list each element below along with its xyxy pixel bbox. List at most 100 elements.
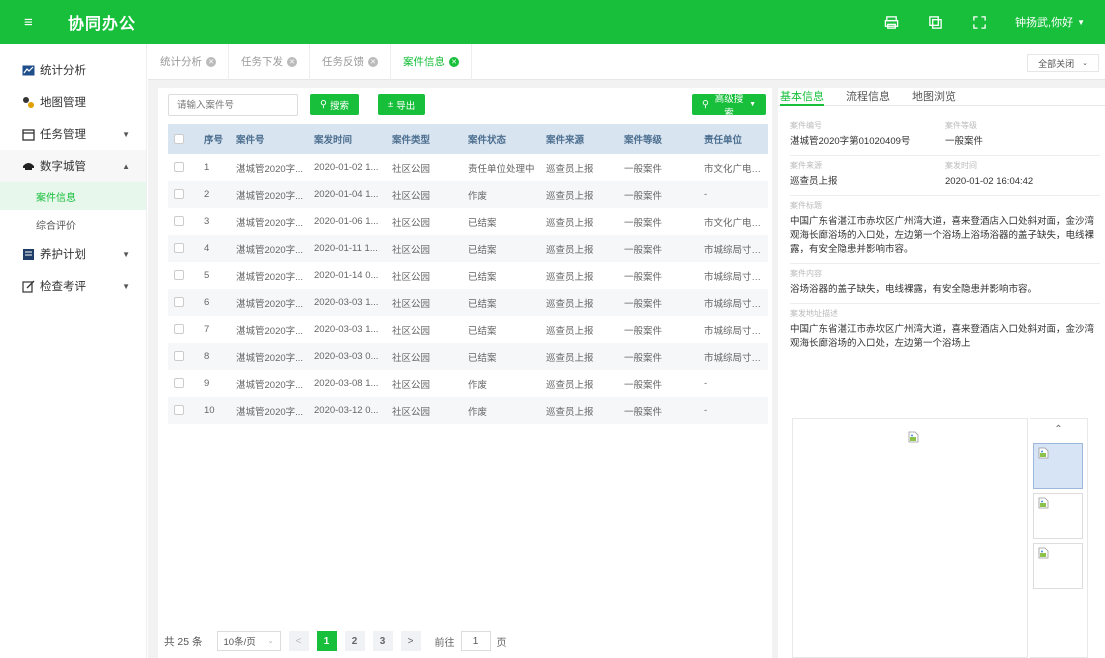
field-value: 中国广东省湛江市赤坎区广州湾大道，喜来登酒店入口处斜对面，金沙湾观海长廊浴场的入… xyxy=(790,216,1095,255)
table-cell: 6 xyxy=(198,289,230,316)
table-cell: 一般案件 xyxy=(618,370,698,397)
tab-case-info[interactable]: 案件信息 ✕ xyxy=(391,43,472,80)
police-cap-icon xyxy=(22,160,35,173)
caret-down-icon: ▼ xyxy=(122,281,130,291)
prev-page-button[interactable]: < xyxy=(288,631,309,651)
row-checkbox[interactable] xyxy=(168,289,198,316)
sidebar-item-map[interactable]: 地图管理 xyxy=(0,86,146,118)
detail-tabs: 基本信息 流程信息 地图浏览 xyxy=(778,88,1105,106)
table-cell: 作废 xyxy=(462,397,540,424)
table-cell: 2020-01-11 1... xyxy=(308,235,386,262)
table-row[interactable]: 10 湛城管2020字... 2020-03-12 0... 社区公园 作废 巡查员上报一… xyxy=(168,397,768,424)
advanced-search-button[interactable]: ⚲ 高级搜索 ▼ xyxy=(692,94,766,119)
user-menu[interactable]: 钟扬武,你好 ▼ xyxy=(1015,14,1085,30)
table-cell: 8 xyxy=(198,343,230,370)
sidebar-item-digital-city[interactable]: 数字城管 ▲ xyxy=(0,150,146,182)
table-row[interactable]: 4 湛城管2020字... 2020-01-11 1... 社区公园 已结案 巡查员上报一… xyxy=(168,235,768,262)
row-checkbox[interactable] xyxy=(168,154,198,181)
page-button-1[interactable]: 1 xyxy=(316,631,337,651)
row-checkbox[interactable] xyxy=(168,262,198,289)
sidebar-item-statistics[interactable]: 统计分析 xyxy=(0,54,146,86)
row-checkbox[interactable] xyxy=(168,370,198,397)
table-cell: 巡查员上报 xyxy=(540,262,618,289)
field-case-title: 案件标题 中国广东省湛江市赤坎区广州湾大道，喜来登酒店入口处斜对面，金沙湾观海长… xyxy=(790,196,1100,264)
sidebar-item-tasks[interactable]: 任务管理 ▼ xyxy=(0,118,146,150)
page-size-select[interactable]: 10条/页 ⌄ xyxy=(216,631,281,651)
table-cell: 一般案件 xyxy=(618,181,698,208)
close-icon[interactable]: ✕ xyxy=(287,56,297,67)
header-actions: 钟扬武,你好 ▼ xyxy=(883,14,1105,30)
tab-task-feedback[interactable]: 任务反馈 ✕ xyxy=(310,43,391,80)
search-button[interactable]: ⚲ 搜索 xyxy=(310,94,359,115)
close-icon[interactable]: ✕ xyxy=(368,56,378,67)
table-cell: - xyxy=(698,370,768,397)
tab-process-info[interactable]: 流程信息 xyxy=(846,88,890,106)
thumbnail[interactable] xyxy=(1033,443,1083,489)
table-cell: 湛城管2020字... xyxy=(230,370,308,397)
tab-task-dispatch[interactable]: 任务下发 ✕ xyxy=(229,43,310,80)
table-cell: 2020-01-04 1... xyxy=(308,181,386,208)
table-row[interactable]: 3 湛城管2020字... 2020-01-06 1... 社区公园 已结案 巡查员上报一… xyxy=(168,208,768,235)
row-checkbox[interactable] xyxy=(168,208,198,235)
tab-map-view[interactable]: 地图浏览 xyxy=(912,88,956,106)
field-label: 案件等级 xyxy=(945,121,977,130)
case-image-viewer[interactable] xyxy=(792,418,1028,658)
table-row[interactable]: 6 湛城管2020字... 2020-03-03 1... 社区公园 已结案 巡查员上报一… xyxy=(168,289,768,316)
select-all-checkbox[interactable] xyxy=(168,124,198,154)
print-icon[interactable] xyxy=(883,14,899,30)
tab-basic-info[interactable]: 基本信息 xyxy=(780,88,824,106)
table-cell: 1 xyxy=(198,154,230,181)
tab-statistics[interactable]: 统计分析 ✕ xyxy=(148,43,229,80)
row-checkbox[interactable] xyxy=(168,181,198,208)
table-row[interactable]: 1 湛城管2020字... 2020-01-02 1... 社区公园 责任单位处理中 巡查… xyxy=(168,154,768,181)
table-row[interactable]: 2 湛城管2020字... 2020-01-04 1... 社区公园 作废 巡查员上报 一般… xyxy=(168,181,768,208)
table-row[interactable]: 5 湛城管2020字... 2020-01-14 0... 社区公园 已结案 巡查员上报一… xyxy=(168,262,768,289)
advanced-search-label: 高级搜索 xyxy=(714,93,744,119)
table-cell: 2020-01-02 1... xyxy=(308,154,386,181)
close-all-button[interactable]: 全部关闭 ⌄ xyxy=(1027,54,1099,72)
chevron-up-icon[interactable]: ⌃ xyxy=(1030,419,1087,439)
table-cell: 作废 xyxy=(462,181,540,208)
row-checkbox[interactable] xyxy=(168,397,198,424)
export-button[interactable]: ± 导出 xyxy=(378,94,426,115)
table-row[interactable]: 9 湛城管2020字... 2020-03-08 1... 社区公园 作废 巡查员上报 一般… xyxy=(168,370,768,397)
table-cell: 2 xyxy=(198,181,230,208)
thumbnail[interactable] xyxy=(1033,543,1083,589)
case-number-search-input[interactable] xyxy=(168,94,298,116)
close-icon[interactable]: ✕ xyxy=(206,56,216,67)
close-icon[interactable]: ✕ xyxy=(449,56,459,67)
next-page-button[interactable]: > xyxy=(400,631,421,651)
field-case-address: 案发地址描述 中国广东省湛江市赤坎区广州湾大道，喜来登酒店入口处斜对面，金沙湾观… xyxy=(790,304,1100,357)
row-checkbox[interactable] xyxy=(168,343,198,370)
table-cell: 湛城管2020字... xyxy=(230,289,308,316)
table-row[interactable]: 7 湛城管2020字... 2020-03-03 1... 社区公园 已结案 巡查员上报一… xyxy=(168,316,768,343)
fullscreen-icon[interactable] xyxy=(971,14,987,30)
app-title: 协同办公 xyxy=(68,16,137,33)
tab-label: 任务下发 xyxy=(241,56,283,68)
page-button-3[interactable]: 3 xyxy=(372,631,393,651)
sidebar-item-maintenance[interactable]: 养护计划 ▼ xyxy=(0,238,146,270)
field-label: 案发时间 xyxy=(945,161,977,170)
table-cell: 4 xyxy=(198,235,230,262)
sidebar-subitem-evaluation[interactable]: 综合评价 xyxy=(0,210,146,238)
table-cell: 一般案件 xyxy=(618,343,698,370)
table-cell: 一般案件 xyxy=(618,397,698,424)
menu-icon[interactable]: ≡ xyxy=(24,14,40,31)
sidebar-subitem-case-info[interactable]: 案件信息 xyxy=(0,182,146,210)
page-button-2[interactable]: 2 xyxy=(344,631,365,651)
caret-up-icon: ▲ xyxy=(122,161,130,171)
sidebar-item-inspection[interactable]: 检查考评 ▼ xyxy=(0,270,146,302)
copy-icon[interactable] xyxy=(927,14,943,30)
table-cell: - xyxy=(698,181,768,208)
table-cell: 社区公园 xyxy=(386,316,462,343)
thumbnail[interactable] xyxy=(1033,493,1083,539)
table-cell: 已结案 xyxy=(462,235,540,262)
row-checkbox[interactable] xyxy=(168,235,198,262)
goto-page-input[interactable] xyxy=(460,631,491,651)
table-cell: 2020-03-03 1... xyxy=(308,289,386,316)
table-cell: 市城综局寸金... xyxy=(698,316,768,343)
close-all-label: 全部关闭 xyxy=(1038,58,1075,69)
row-checkbox[interactable] xyxy=(168,316,198,343)
table-row[interactable]: 8 湛城管2020字... 2020-03-03 0... 社区公园 已结案 巡查员上报一… xyxy=(168,343,768,370)
table-cell: 一般案件 xyxy=(618,208,698,235)
